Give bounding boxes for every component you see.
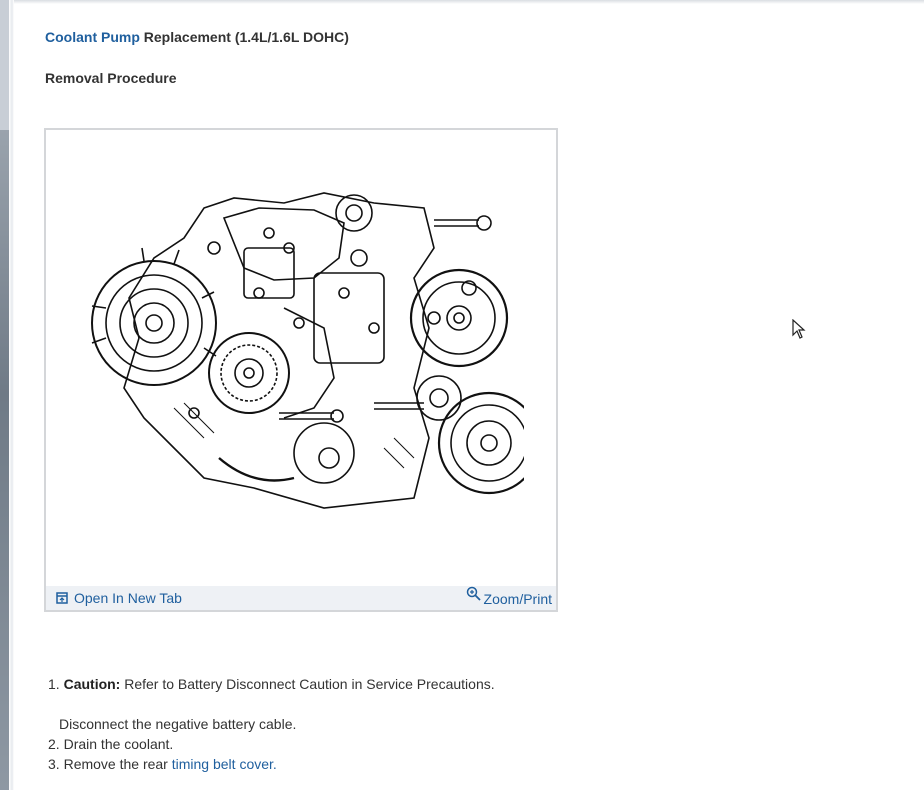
title-rest: Replacement (1.4L/1.6L DOHC) (139, 29, 349, 45)
open-new-tab-icon (56, 592, 68, 604)
left-window-edge (0, 0, 14, 790)
step-number: 1. (48, 676, 60, 692)
open-in-new-tab-label: Open In New Tab (74, 590, 182, 606)
procedure-steps: 1. Caution: Refer to Battery Disconnect … (48, 674, 748, 774)
step-2: 2. Drain the coolant. (48, 734, 748, 754)
step-1: 1. Caution: Refer to Battery Disconnect … (48, 674, 748, 694)
caution-label: Caution: (63, 676, 121, 692)
top-shadow (14, 0, 924, 4)
page-title: Coolant Pump Replacement (1.4L/1.6L DOHC… (45, 29, 349, 45)
step-2-text: Drain the coolant. (63, 736, 174, 752)
step-3: 3. Remove the rear timing belt cover. (48, 754, 748, 774)
engine-illustration[interactable] (84, 188, 524, 518)
step-3-text: Remove the rear (63, 756, 172, 772)
coolant-pump-link[interactable]: Coolant Pump (45, 29, 140, 45)
zoom-icon (466, 586, 481, 601)
figure-toolbar: Open In New Tab Zoom/Print (46, 586, 556, 610)
timing-belt-cover-link[interactable]: timing belt cover. (172, 756, 277, 772)
step-1-sub: Disconnect the negative battery cable. (59, 716, 297, 732)
mouse-cursor-icon (792, 319, 806, 339)
step-number: 3. (48, 756, 60, 772)
zoom-print-label: Zoom/Print (483, 591, 552, 607)
zoom-print-button[interactable]: Zoom/Print (466, 586, 552, 608)
open-in-new-tab-button[interactable]: Open In New Tab (56, 590, 182, 606)
figure-frame: Open In New Tab Zoom/Print (44, 128, 558, 612)
section-heading: Removal Procedure (45, 70, 177, 86)
step-number: 2. (48, 736, 60, 752)
caution-text: Refer to Battery Disconnect Caution in S… (120, 676, 495, 692)
